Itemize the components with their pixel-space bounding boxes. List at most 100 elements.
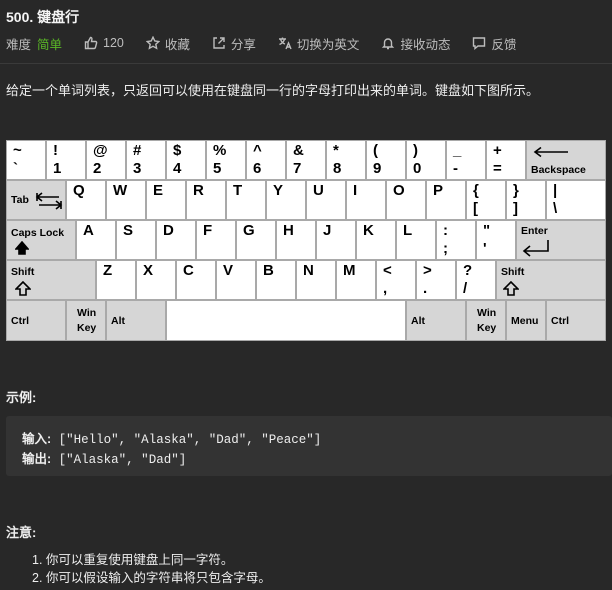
key-menu: Menu [506, 300, 546, 341]
key-alt-left: Alt [106, 300, 166, 341]
favorite-label: 收藏 [164, 37, 190, 52]
key-0: ) 0 [406, 140, 446, 180]
like-button[interactable]: 120 [84, 36, 124, 50]
keyboard-diagram: ~ ` ! 1 @2 #3 $4 % 5 ^ 6 & 7 * 8 (9 ) 0 _ - + = B… [6, 140, 606, 341]
key-p: P [426, 180, 466, 220]
key-2: @2 [86, 140, 126, 180]
key-9: (9 [366, 140, 406, 180]
translate-icon [278, 37, 292, 50]
translate-button[interactable]: 切换为英文 [278, 34, 360, 53]
key-k: K [356, 220, 396, 260]
share-button[interactable]: 分享 [212, 34, 256, 53]
key-backspace: Backspace [526, 140, 606, 180]
output-value: ["Alaska", "Dad"] [51, 453, 187, 467]
translate-label: 切换为英文 [296, 37, 360, 52]
key-n: N [296, 260, 336, 300]
list-item: 2. 你可以假设输入的字符串将只包含字母。 [32, 571, 271, 585]
key-shift-right: Shift [496, 260, 606, 300]
example-code-block: 输入: ["Hello", "Alaska", "Dad", "Peace"] … [6, 416, 612, 476]
key-5: % 5 [206, 140, 246, 180]
key-s: S [116, 220, 156, 260]
problem-title: 500. 键盘行 [6, 9, 80, 25]
share-icon [213, 37, 225, 49]
key-win-left: Win Key [66, 300, 106, 341]
key-l: L [396, 220, 436, 260]
example-output-line: 输出: ["Alaska", "Dad"] [22, 448, 186, 467]
key-space [166, 300, 406, 341]
key-semicolon: :; [436, 220, 476, 260]
key-slash: ? / [456, 260, 496, 300]
key-w: W [106, 180, 146, 220]
key-c: C [176, 260, 216, 300]
key-x: X [136, 260, 176, 300]
key-comma: <, [376, 260, 416, 300]
key-tilde: ~ ` [6, 140, 46, 180]
key-y: Y [266, 180, 306, 220]
thumbs-up-icon [84, 36, 98, 50]
key-u: U [306, 180, 346, 220]
key-d: D [156, 220, 196, 260]
notify-label: 接收动态 [400, 37, 451, 52]
key-equals: + = [486, 140, 526, 180]
enter-arrow-icon [522, 240, 549, 257]
key-q: Q [66, 180, 106, 220]
key-caps-lock: Caps Lock [6, 220, 76, 260]
key-win-right: Win Key [466, 300, 506, 341]
difficulty-label: 难度 [6, 37, 32, 52]
key-7: & 7 [286, 140, 326, 180]
key-1: ! 1 [46, 140, 86, 180]
key-h: H [276, 220, 316, 260]
like-count: 120 [103, 36, 124, 50]
key-z: Z [96, 260, 136, 300]
example-heading: 示例: [6, 390, 37, 405]
key-enter: Enter [516, 220, 606, 260]
feedback-label: 反馈 [491, 37, 517, 52]
tab-arrows-icon [35, 192, 63, 210]
key-backslash: | \ [546, 180, 606, 220]
caps-arrow-icon [15, 241, 29, 255]
key-6: ^ 6 [246, 140, 286, 180]
feedback-button[interactable]: 反馈 [472, 34, 516, 53]
bell-icon [382, 38, 395, 50]
key-o: O [386, 180, 426, 220]
key-g: G [236, 220, 276, 260]
key-f: F [196, 220, 236, 260]
problem-description: 给定一个单词列表，只返回可以使用在键盘同一行的字母打印出来的单词。键盘如下图所示… [6, 83, 540, 98]
notes-heading: 注意: [6, 525, 37, 540]
key-bracket-left: {[ [466, 180, 506, 220]
key-bracket-right: }] [506, 180, 546, 220]
key-v: V [216, 260, 256, 300]
key-i: I [346, 180, 386, 220]
key-minus: _ - [446, 140, 486, 180]
key-j: J [316, 220, 356, 260]
key-alt-right: Alt [406, 300, 466, 341]
difficulty-badge: 简单 [37, 37, 63, 52]
backspace-arrow-icon [533, 146, 568, 158]
input-label: 输入: [22, 432, 52, 446]
key-ctrl-left: Ctrl [6, 300, 66, 341]
key-e: E [146, 180, 186, 220]
key-quote: " ' [476, 220, 516, 260]
key-t: T [226, 180, 266, 220]
key-shift-left: Shift [6, 260, 96, 300]
problem-meta-bar: 难度 简单 120 收藏 分享 切换为英文 接收动态 反馈 [6, 34, 538, 53]
notify-button[interactable]: 接收动态 [381, 34, 450, 53]
key-4: $4 [166, 140, 206, 180]
key-a: A [76, 220, 116, 260]
key-8: * 8 [326, 140, 366, 180]
list-item: 1. 你可以重复使用键盘上同一字符。 [32, 553, 234, 567]
notes-list: 1. 你可以重复使用键盘上同一字符。 2. 你可以假设输入的字符串将只包含字母。 [32, 551, 271, 587]
star-icon [145, 36, 160, 50]
key-tab: Tab [6, 180, 66, 220]
key-b: B [256, 260, 296, 300]
key-3: #3 [126, 140, 166, 180]
output-label: 输出: [22, 452, 52, 466]
shift-arrow-icon [503, 281, 519, 296]
input-value: ["Hello", "Alaska", "Dad", "Peace"] [51, 433, 322, 447]
key-m: M [336, 260, 376, 300]
key-period: >. [416, 260, 456, 300]
feedback-icon [473, 37, 486, 50]
shift-arrow-icon [15, 281, 31, 296]
favorite-button[interactable]: 收藏 [145, 34, 190, 53]
header-divider [0, 63, 612, 64]
